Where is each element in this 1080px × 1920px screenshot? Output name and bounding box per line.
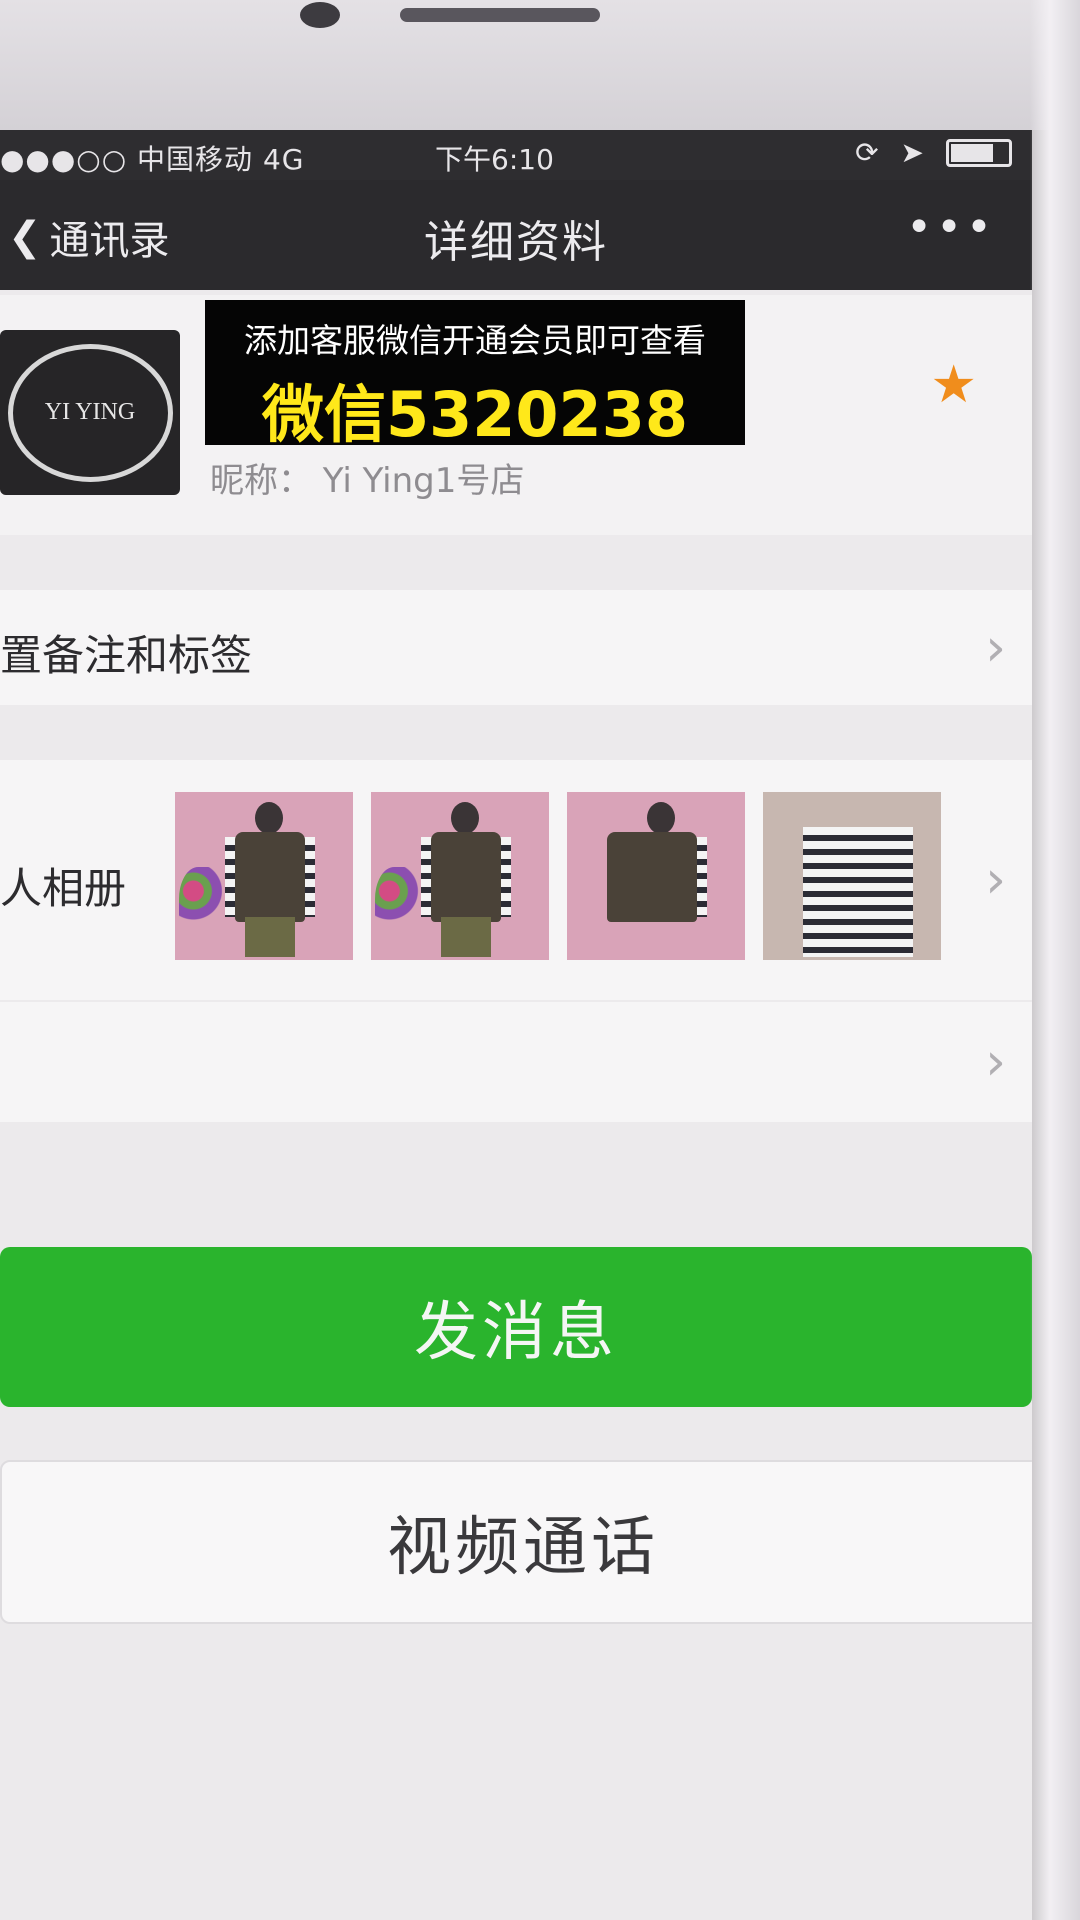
album-row[interactable]: 人相册 ›: [0, 760, 1032, 1000]
nav-bar: ❮ 通讯录 详细资料 •••: [0, 180, 1032, 290]
page-title: 详细资料: [424, 217, 608, 268]
clock: 下午6:10: [435, 143, 554, 176]
status-bar: ●●●○○ 中国移动 4G 下午6:10 ⟳ ➤: [0, 130, 1032, 180]
carrier-label: ●●●○○ 中国移动 4G: [0, 143, 305, 176]
battery-icon: [946, 138, 1012, 167]
album-photo: [763, 792, 941, 960]
front-camera: [300, 2, 340, 28]
album-thumbnails: [175, 792, 941, 960]
avatar[interactable]: YI YING: [0, 330, 180, 495]
chevron-right-icon: ›: [985, 1032, 1006, 1092]
earpiece-speaker: [400, 8, 600, 22]
star-icon[interactable]: ★: [930, 355, 977, 415]
video-call-button[interactable]: 视频通话: [0, 1460, 1032, 1624]
album-label: 人相册: [0, 864, 127, 913]
status-icons: ⟳ ➤: [855, 136, 1012, 169]
rotation-lock-icon: ⟳: [855, 136, 879, 169]
album-photo: [567, 792, 745, 960]
send-message-button[interactable]: 发消息: [0, 1247, 1032, 1407]
chevron-right-icon: ›: [985, 850, 1006, 910]
more-info-row[interactable]: ›: [0, 1002, 1032, 1122]
promo-line-1: 添加客服微信开通会员即可查看: [244, 321, 706, 360]
phone-frame-edge: [1030, 0, 1080, 1920]
remark-tags-label: 置备注和标签: [0, 631, 253, 680]
more-button[interactable]: •••: [906, 202, 996, 253]
phone-bezel: [0, 0, 1080, 130]
chevron-right-icon: ›: [985, 618, 1006, 678]
remark-tags-row[interactable]: 置备注和标签 ›: [0, 590, 1032, 705]
album-photo: [371, 792, 549, 960]
location-icon: ➤: [900, 136, 924, 169]
nickname: 昵称： Yi Ying1号店: [210, 461, 525, 501]
album-photo: [175, 792, 353, 960]
avatar-logo: YI YING: [7, 343, 173, 482]
promo-line-2: 微信5320238: [262, 378, 688, 451]
promo-overlay: 添加客服微信开通会员即可查看 微信5320238: [205, 300, 745, 451]
